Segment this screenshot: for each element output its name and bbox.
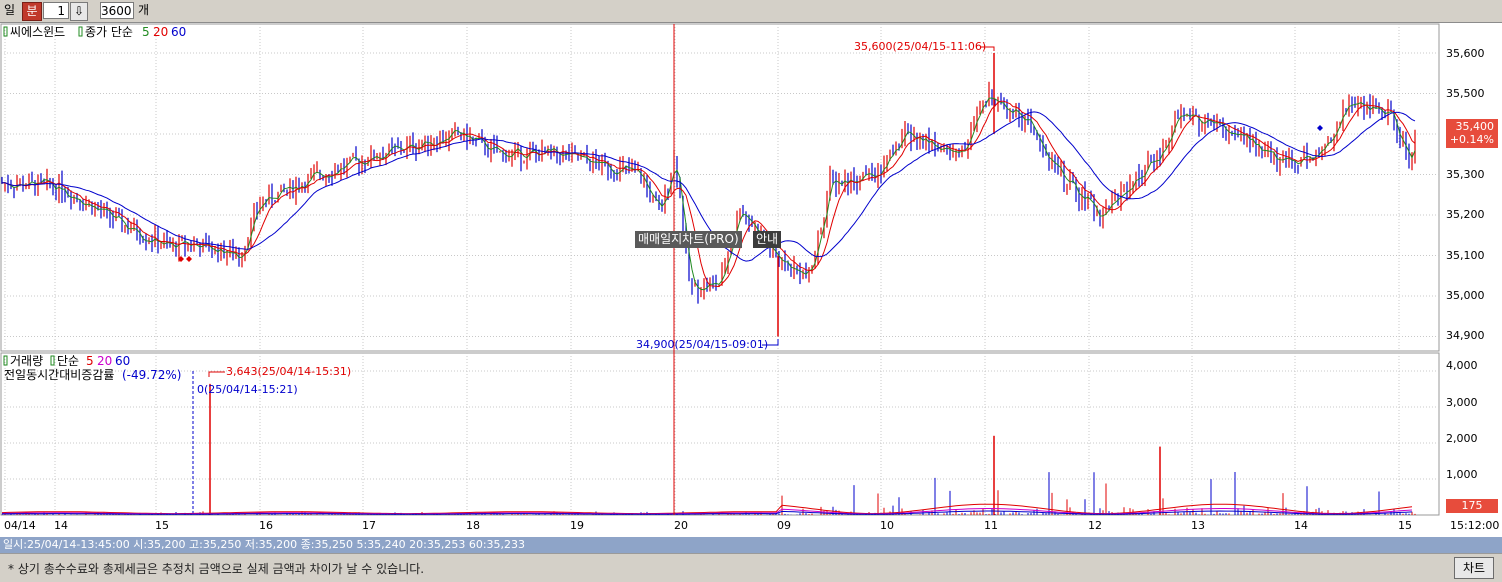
price-tick: 35,300 bbox=[1446, 168, 1485, 181]
volume-zero-label: 0(25/04/14-15:21) bbox=[197, 383, 298, 396]
x-axis: 04/14 14 15 16 17 18 19 20 09 10 11 12 1… bbox=[4, 519, 1499, 532]
x-tick: 09 bbox=[777, 519, 791, 532]
volume-ma-60-label: 60 bbox=[115, 354, 130, 368]
x-tick: 16 bbox=[259, 519, 273, 532]
fee-notice: * 상기 총수수료와 총제세금은 추정치 금액으로 실제 금액과 차이가 날 수… bbox=[8, 562, 425, 576]
x-tick: 04/14 bbox=[4, 519, 36, 532]
price-tick: 35,100 bbox=[1446, 249, 1485, 262]
current-price-value: 35,400 bbox=[1455, 120, 1495, 133]
price-tick: 35,200 bbox=[1446, 208, 1485, 221]
x-tick: 12 bbox=[1088, 519, 1102, 532]
interval-input[interactable]: 1 bbox=[43, 2, 69, 19]
ohlc-status-bar: 일시:25/04/14-13:45:00 시:35,200 고:35,250 저… bbox=[0, 537, 1502, 553]
volume-peak-label: 3,643(25/04/14-15:31) bbox=[226, 365, 351, 378]
volume-title: 거래량 bbox=[10, 354, 43, 368]
price-tick: 34,900 bbox=[1446, 329, 1485, 342]
price-axis: 35,600 35,500 35,300 35,200 35,100 35,00… bbox=[1446, 47, 1485, 342]
price-legend: 씨에스윈드 종가 단순 5 20 60 bbox=[3, 25, 186, 39]
x-tick: 13 bbox=[1191, 519, 1205, 532]
bottom-bar: * 상기 총수수료와 총제세금은 추정치 금액으로 실제 금액과 차이가 날 수… bbox=[0, 553, 1502, 582]
price-low-label: 34,900(25/04/15-09:01) bbox=[636, 338, 768, 351]
period-day-button[interactable]: 일 bbox=[4, 2, 15, 19]
x-tick: 14 bbox=[1294, 519, 1308, 532]
period-minute-button[interactable]: 분 bbox=[22, 2, 42, 21]
x-tick: 18 bbox=[466, 519, 480, 532]
volume-tick: 4,000 bbox=[1446, 359, 1478, 372]
interval-dropdown-icon[interactable]: ⇩ bbox=[70, 2, 88, 21]
volume-compare-label: 전일동시간대비증감률 bbox=[4, 368, 114, 382]
volume-compare-value: (-49.72%) bbox=[122, 368, 181, 382]
trade-journal-tooltip[interactable]: 매매일지차트(PRO) bbox=[635, 231, 742, 248]
price-ma-60-label: 60 bbox=[171, 25, 186, 39]
volume-indicator-label: 단순 bbox=[57, 354, 79, 368]
volume-tick: 1,000 bbox=[1446, 468, 1478, 481]
count-input[interactable]: 3600 bbox=[100, 2, 134, 19]
guide-tooltip-button[interactable]: 안내 bbox=[753, 231, 782, 248]
price-ma-20-label: 20 bbox=[153, 25, 168, 39]
price-tick: 35,000 bbox=[1446, 289, 1485, 302]
x-tick: 20 bbox=[674, 519, 688, 532]
count-unit-label: 개 bbox=[138, 3, 150, 17]
volume-ma-5-label: 5 bbox=[86, 354, 94, 368]
x-tick: 10 bbox=[880, 519, 894, 532]
chart-svg[interactable]: 35,600(25/04/15-11:06) 34,900(25/04/15-0… bbox=[0, 23, 1502, 537]
volume-ma-20-label: 20 bbox=[97, 354, 112, 368]
price-indicator-label: 종가 단순 bbox=[85, 25, 133, 39]
x-tick: 15 bbox=[1398, 519, 1412, 532]
price-tick: 35,600 bbox=[1446, 47, 1485, 60]
x-tick: 15 bbox=[155, 519, 169, 532]
current-volume-badge: 175 bbox=[1446, 499, 1498, 513]
stock-name: 씨에스윈드 bbox=[10, 25, 65, 39]
chart-toolbar: 일 분 1 ⇩ 3600 개 bbox=[0, 0, 1502, 23]
x-tick: 19 bbox=[570, 519, 584, 532]
price-high-label: 35,600(25/04/15-11:06) bbox=[854, 40, 986, 53]
x-tick: 17 bbox=[362, 519, 376, 532]
current-price-badge: 35,400 +0.14% bbox=[1446, 119, 1498, 148]
volume-tick: 2,000 bbox=[1446, 432, 1478, 445]
x-tick: 11 bbox=[984, 519, 998, 532]
current-price-change: +0.14% bbox=[1449, 133, 1494, 146]
price-tick: 35,500 bbox=[1446, 87, 1485, 100]
price-ma-5-label: 5 bbox=[142, 25, 150, 39]
x-tick: 14 bbox=[54, 519, 68, 532]
chart-button[interactable]: 차트 bbox=[1454, 557, 1494, 579]
volume-axis: 4,000 3,000 2,000 1,000 bbox=[1446, 359, 1478, 481]
chart-area[interactable]: 35,600(25/04/15-11:06) 34,900(25/04/15-0… bbox=[0, 23, 1502, 537]
x-axis-time: 15:12:00 bbox=[1450, 519, 1499, 532]
volume-tick: 3,000 bbox=[1446, 396, 1478, 409]
